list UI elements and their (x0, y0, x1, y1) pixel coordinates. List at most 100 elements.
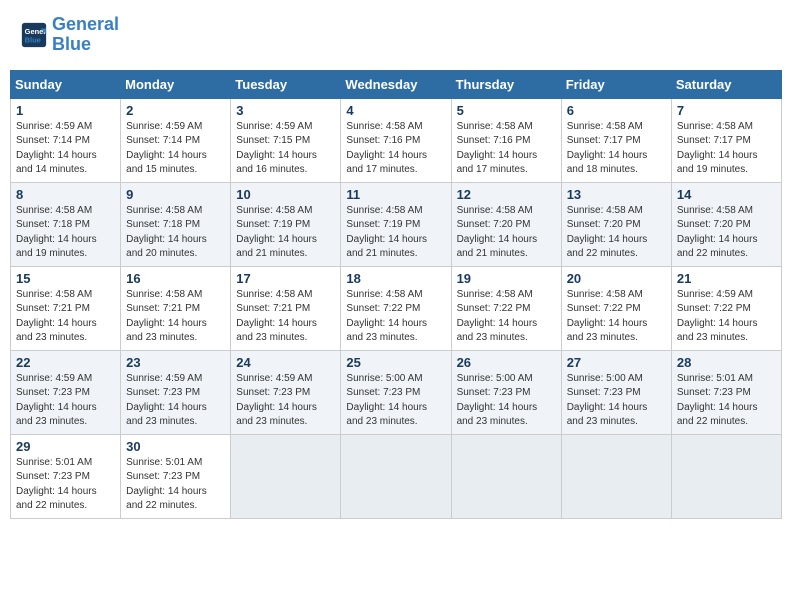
daylight-label: Daylight: 14 hours (236, 234, 317, 245)
calendar-cell (341, 434, 451, 518)
sunset-label: Sunset: 7:22 PM (677, 303, 751, 314)
weekday-wednesday: Wednesday (341, 70, 451, 98)
daylight-minutes: and 15 minutes. (126, 164, 197, 175)
daylight-minutes: and 23 minutes. (567, 332, 638, 343)
daylight-label: Daylight: 14 hours (346, 234, 427, 245)
svg-text:Blue: Blue (25, 35, 41, 44)
day-number: 23 (126, 355, 225, 370)
weekday-saturday: Saturday (671, 70, 781, 98)
day-number: 21 (677, 271, 776, 286)
daylight-label: Daylight: 14 hours (457, 234, 538, 245)
sunrise-label: Sunrise: 5:00 AM (457, 373, 533, 384)
week-row-3: 15 Sunrise: 4:58 AM Sunset: 7:21 PM Dayl… (11, 266, 782, 350)
day-info: Sunrise: 4:58 AM Sunset: 7:21 PM Dayligh… (16, 288, 115, 346)
day-info: Sunrise: 4:58 AM Sunset: 7:16 PM Dayligh… (457, 120, 556, 178)
calendar-cell: 26 Sunrise: 5:00 AM Sunset: 7:23 PM Dayl… (451, 350, 561, 434)
day-number: 26 (457, 355, 556, 370)
sunrise-label: Sunrise: 5:01 AM (16, 457, 92, 468)
daylight-minutes: and 20 minutes. (126, 248, 197, 259)
sunrise-label: Sunrise: 4:58 AM (567, 289, 643, 300)
daylight-minutes: and 21 minutes. (346, 248, 417, 259)
calendar-cell: 12 Sunrise: 4:58 AM Sunset: 7:20 PM Dayl… (451, 182, 561, 266)
daylight-minutes: and 22 minutes. (677, 248, 748, 259)
day-info: Sunrise: 4:58 AM Sunset: 7:22 PM Dayligh… (457, 288, 556, 346)
day-info: Sunrise: 4:58 AM Sunset: 7:20 PM Dayligh… (457, 204, 556, 262)
sunset-label: Sunset: 7:23 PM (346, 387, 420, 398)
day-number: 20 (567, 271, 666, 286)
day-number: 2 (126, 103, 225, 118)
daylight-minutes: and 22 minutes. (567, 248, 638, 259)
calendar-cell: 4 Sunrise: 4:58 AM Sunset: 7:16 PM Dayli… (341, 98, 451, 182)
calendar-cell (231, 434, 341, 518)
calendar-cell: 13 Sunrise: 4:58 AM Sunset: 7:20 PM Dayl… (561, 182, 671, 266)
day-number: 12 (457, 187, 556, 202)
sunrise-label: Sunrise: 4:58 AM (346, 289, 422, 300)
sunrise-label: Sunrise: 4:58 AM (457, 289, 533, 300)
calendar-cell: 6 Sunrise: 4:58 AM Sunset: 7:17 PM Dayli… (561, 98, 671, 182)
calendar-cell: 19 Sunrise: 4:58 AM Sunset: 7:22 PM Dayl… (451, 266, 561, 350)
daylight-label: Daylight: 14 hours (346, 318, 427, 329)
day-number: 25 (346, 355, 445, 370)
sunset-label: Sunset: 7:20 PM (567, 219, 641, 230)
sunset-label: Sunset: 7:22 PM (346, 303, 420, 314)
daylight-label: Daylight: 14 hours (126, 402, 207, 413)
sunset-label: Sunset: 7:17 PM (677, 135, 751, 146)
daylight-minutes: and 23 minutes. (677, 332, 748, 343)
day-number: 24 (236, 355, 335, 370)
sunset-label: Sunset: 7:17 PM (567, 135, 641, 146)
daylight-minutes: and 17 minutes. (346, 164, 417, 175)
weekday-thursday: Thursday (451, 70, 561, 98)
day-info: Sunrise: 4:59 AM Sunset: 7:23 PM Dayligh… (16, 372, 115, 430)
calendar-cell: 23 Sunrise: 4:59 AM Sunset: 7:23 PM Dayl… (121, 350, 231, 434)
day-info: Sunrise: 4:58 AM Sunset: 7:21 PM Dayligh… (236, 288, 335, 346)
daylight-minutes: and 22 minutes. (126, 500, 197, 511)
sunrise-label: Sunrise: 5:00 AM (567, 373, 643, 384)
sunset-label: Sunset: 7:20 PM (457, 219, 531, 230)
daylight-label: Daylight: 14 hours (677, 318, 758, 329)
sunrise-label: Sunrise: 4:58 AM (457, 205, 533, 216)
calendar-cell: 10 Sunrise: 4:58 AM Sunset: 7:19 PM Dayl… (231, 182, 341, 266)
sunset-label: Sunset: 7:21 PM (126, 303, 200, 314)
calendar-cell: 15 Sunrise: 4:58 AM Sunset: 7:21 PM Dayl… (11, 266, 121, 350)
calendar-cell: 14 Sunrise: 4:58 AM Sunset: 7:20 PM Dayl… (671, 182, 781, 266)
sunset-label: Sunset: 7:23 PM (126, 387, 200, 398)
calendar-cell: 7 Sunrise: 4:58 AM Sunset: 7:17 PM Dayli… (671, 98, 781, 182)
weekday-header-row: SundayMondayTuesdayWednesdayThursdayFrid… (11, 70, 782, 98)
sunrise-label: Sunrise: 4:58 AM (16, 289, 92, 300)
sunset-label: Sunset: 7:23 PM (16, 387, 90, 398)
day-number: 17 (236, 271, 335, 286)
weekday-tuesday: Tuesday (231, 70, 341, 98)
daylight-label: Daylight: 14 hours (457, 402, 538, 413)
week-row-1: 1 Sunrise: 4:59 AM Sunset: 7:14 PM Dayli… (11, 98, 782, 182)
calendar-cell: 18 Sunrise: 4:58 AM Sunset: 7:22 PM Dayl… (341, 266, 451, 350)
calendar-cell: 27 Sunrise: 5:00 AM Sunset: 7:23 PM Dayl… (561, 350, 671, 434)
day-info: Sunrise: 4:58 AM Sunset: 7:21 PM Dayligh… (126, 288, 225, 346)
calendar-cell: 20 Sunrise: 4:58 AM Sunset: 7:22 PM Dayl… (561, 266, 671, 350)
daylight-label: Daylight: 14 hours (677, 234, 758, 245)
daylight-minutes: and 14 minutes. (16, 164, 87, 175)
daylight-minutes: and 22 minutes. (677, 416, 748, 427)
calendar-cell: 21 Sunrise: 4:59 AM Sunset: 7:22 PM Dayl… (671, 266, 781, 350)
week-row-5: 29 Sunrise: 5:01 AM Sunset: 7:23 PM Dayl… (11, 434, 782, 518)
weekday-sunday: Sunday (11, 70, 121, 98)
daylight-label: Daylight: 14 hours (567, 234, 648, 245)
calendar-body: 1 Sunrise: 4:59 AM Sunset: 7:14 PM Dayli… (11, 98, 782, 518)
daylight-minutes: and 23 minutes. (126, 332, 197, 343)
daylight-minutes: and 18 minutes. (567, 164, 638, 175)
sunrise-label: Sunrise: 4:58 AM (567, 121, 643, 132)
daylight-minutes: and 23 minutes. (346, 332, 417, 343)
weekday-friday: Friday (561, 70, 671, 98)
day-info: Sunrise: 4:58 AM Sunset: 7:20 PM Dayligh… (567, 204, 666, 262)
daylight-label: Daylight: 14 hours (126, 318, 207, 329)
day-number: 4 (346, 103, 445, 118)
day-number: 1 (16, 103, 115, 118)
day-info: Sunrise: 4:58 AM Sunset: 7:18 PM Dayligh… (126, 204, 225, 262)
day-number: 10 (236, 187, 335, 202)
day-info: Sunrise: 4:58 AM Sunset: 7:17 PM Dayligh… (677, 120, 776, 178)
sunrise-label: Sunrise: 4:59 AM (16, 373, 92, 384)
day-info: Sunrise: 5:01 AM Sunset: 7:23 PM Dayligh… (126, 456, 225, 514)
day-info: Sunrise: 4:58 AM Sunset: 7:22 PM Dayligh… (567, 288, 666, 346)
sunset-label: Sunset: 7:14 PM (16, 135, 90, 146)
sunset-label: Sunset: 7:18 PM (16, 219, 90, 230)
sunrise-label: Sunrise: 4:58 AM (126, 205, 202, 216)
